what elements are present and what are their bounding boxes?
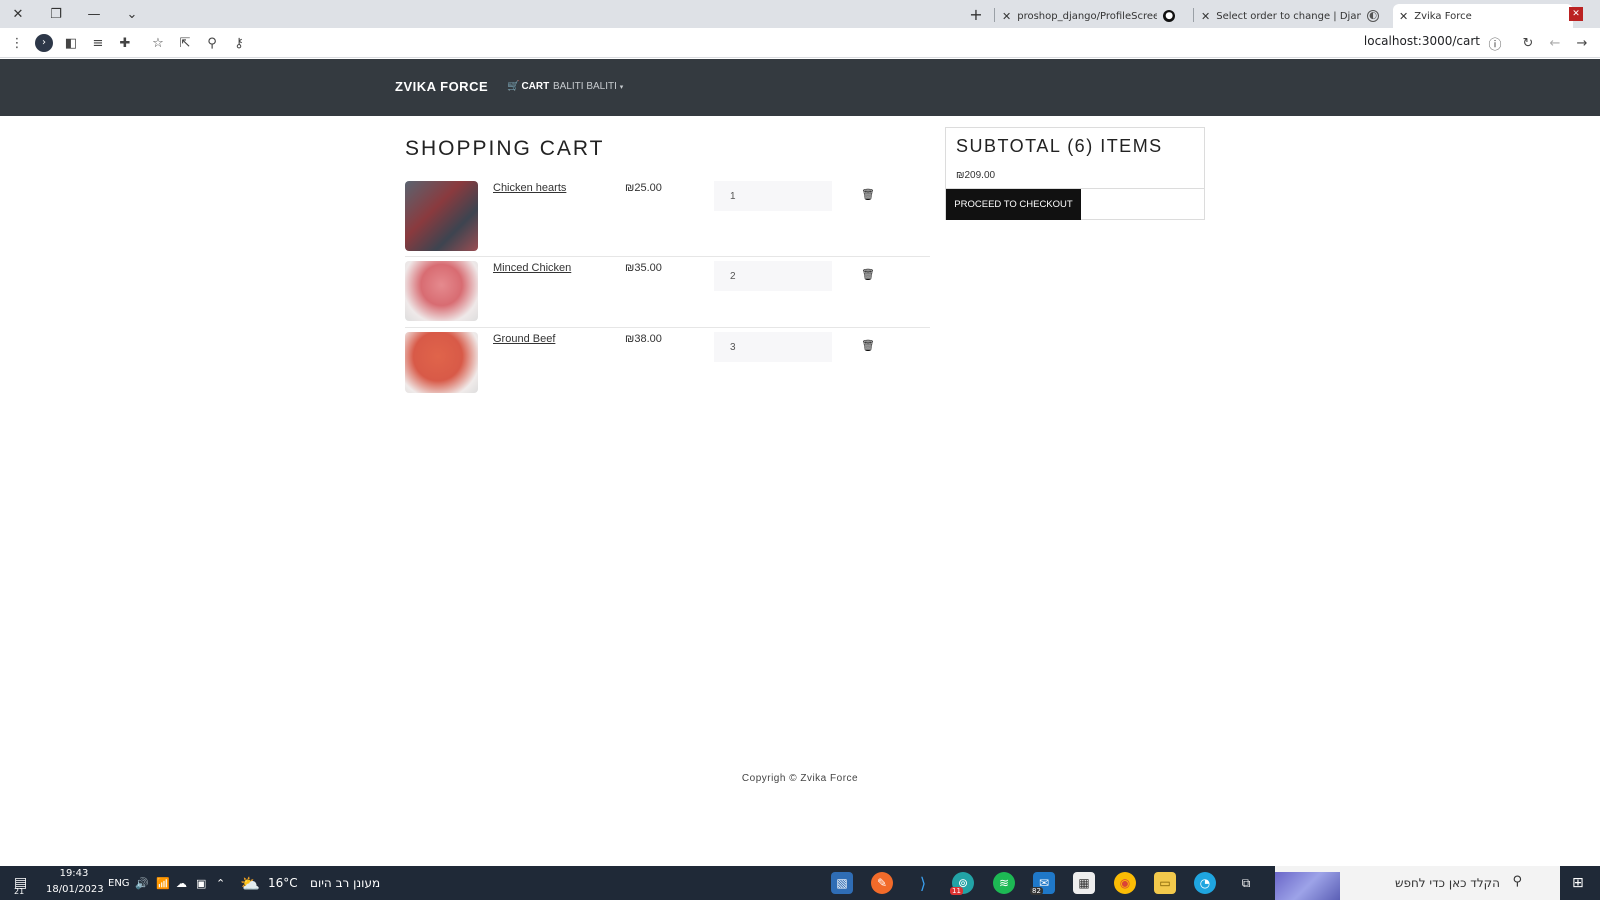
- product-price: ₪38.00: [625, 333, 662, 345]
- product-price: ₪25.00: [625, 182, 662, 194]
- extensions-puzzle-icon[interactable]: ✚: [115, 33, 135, 53]
- close-window-icon[interactable]: ✕: [8, 4, 28, 24]
- restore-window-icon[interactable]: ❐: [46, 4, 66, 24]
- close-tab-icon[interactable]: ✕: [1002, 10, 1011, 23]
- search-highlight-image: [1275, 872, 1340, 900]
- quantity-field[interactable]: [714, 261, 832, 291]
- product-image[interactable]: [405, 261, 478, 321]
- weather-cloud-icon[interactable]: ⛅: [240, 873, 260, 893]
- taskbar-search-box[interactable]: הקלד כאן כדי לחפש ⚲: [1275, 866, 1560, 900]
- user-dropdown-label: BALITI BALITI: [553, 81, 617, 92]
- brand-logo[interactable]: ZVIKA FORCE: [395, 79, 488, 94]
- trash-icon[interactable]: 🗑: [861, 339, 875, 352]
- volume-icon[interactable]: 🔊: [135, 873, 149, 893]
- tab-title: Zvika Force: [1414, 10, 1472, 22]
- product-image[interactable]: [405, 332, 478, 393]
- language-indicator[interactable]: ENG: [108, 873, 130, 893]
- nav-cart-label: CART: [521, 81, 550, 92]
- address-bar[interactable]: localhost:3000/cart: [1364, 34, 1480, 48]
- side-panel-icon[interactable]: ◧: [61, 33, 81, 53]
- file-explorer-icon[interactable]: ▭: [1154, 872, 1176, 894]
- zoom-search-icon[interactable]: ⚲: [202, 33, 222, 53]
- cart-item-row: Ground Beef ₪38.00 🗑: [405, 331, 930, 397]
- weather-temp[interactable]: 16°C: [268, 873, 298, 893]
- subtotal-title: SUBTOTAL (6) ITEMS: [956, 136, 1163, 156]
- menu-kebab-icon[interactable]: ⋮: [7, 33, 27, 53]
- key-icon[interactable]: ⚷: [229, 33, 249, 53]
- tab-zvika-force[interactable]: ✕ Zvika Force: [1393, 4, 1573, 28]
- search-icon: ⚲: [1512, 874, 1522, 889]
- product-name-link[interactable]: Chicken hearts: [493, 182, 566, 194]
- globe-icon: ◐: [1367, 10, 1379, 22]
- trash-icon[interactable]: 🗑: [861, 268, 875, 281]
- nav-cart-link[interactable]: 🛒 CART: [507, 81, 549, 92]
- github-icon: ●: [1163, 10, 1176, 22]
- clock-time[interactable]: 19:43: [48, 868, 100, 879]
- meet-icon[interactable]: ▣: [196, 873, 206, 893]
- share-icon[interactable]: ⇱: [175, 33, 195, 53]
- clock-date[interactable]: 18/01/2023: [46, 884, 104, 895]
- caret-down-icon: ▾: [619, 84, 624, 91]
- network-icon[interactable]: 📶: [156, 873, 170, 893]
- task-view-icon[interactable]: ⧉: [1235, 872, 1257, 894]
- edge-app-icon[interactable]: ◔: [1194, 872, 1216, 894]
- weather-text[interactable]: מעונן רב היום: [310, 873, 380, 893]
- trash-icon[interactable]: 🗑: [861, 188, 875, 201]
- close-tab-icon[interactable]: ✕: [1201, 10, 1210, 23]
- cart-item-row: Minced Chicken ₪35.00 🗑: [405, 260, 930, 328]
- reload-icon[interactable]: ↻: [1518, 33, 1538, 53]
- extension-circle-icon[interactable]: ›: [34, 33, 54, 53]
- subtotal-amount: ₪209.00: [956, 170, 996, 181]
- postman-app-icon[interactable]: ✎: [871, 872, 893, 894]
- new-tab-button[interactable]: +: [966, 4, 986, 24]
- onedrive-icon[interactable]: ☁: [176, 873, 187, 893]
- product-name-link[interactable]: Minced Chicken: [493, 262, 571, 274]
- cart-icon: 🛒: [507, 81, 520, 92]
- site-info-icon[interactable]: ⓘ: [1485, 33, 1505, 53]
- app-badge: 11: [950, 887, 963, 895]
- tab-django-admin[interactable]: ✕ Select order to change | Django ◐: [1195, 4, 1385, 28]
- subtotal-card: SUBTOTAL (6) ITEMS ₪209.00 PROCEED TO CH…: [945, 127, 1205, 220]
- quantity-field[interactable]: [714, 332, 832, 362]
- cart-item-row: Chicken hearts ₪25.00 🗑: [405, 180, 930, 257]
- page-title: SHOPPING CART: [405, 137, 605, 160]
- forward-arrow-icon[interactable]: →: [1572, 33, 1592, 53]
- product-name-link[interactable]: Ground Beef: [493, 333, 555, 345]
- profile-avatar-icon[interactable]: ✕: [1569, 7, 1583, 21]
- tab-profilescreen[interactable]: ✕ proshop_django/ProfileScreen.js ●: [996, 4, 1192, 28]
- vscode-app-icon[interactable]: ⟩: [912, 872, 934, 894]
- product-image[interactable]: [405, 181, 478, 251]
- close-tab-icon[interactable]: ✕: [1399, 10, 1408, 23]
- back-arrow-icon[interactable]: ←: [1545, 33, 1565, 53]
- browser-toolbar: ⋮ › ◧ ≡ ✚ ☆ ⇱ ⚲ ⚷ localhost:3000/cart ⓘ …: [0, 28, 1600, 58]
- product-price: ₪35.00: [625, 262, 662, 274]
- site-navbar: ZVIKA FORCE 🛒 CART BALITI BALITI ▾: [0, 59, 1600, 116]
- windows-start-icon[interactable]: ⊞: [1572, 873, 1584, 893]
- reading-list-icon[interactable]: ≡: [88, 33, 108, 53]
- search-placeholder: הקלד כאן כדי לחפש: [1394, 876, 1500, 890]
- windows-taskbar: ▤ 21 19:43 18/01/2023 ENG 🔊 📶 ☁ ▣ ⌃ ⛅ 16…: [0, 866, 1600, 900]
- spotify-app-icon[interactable]: ≋: [993, 872, 1015, 894]
- chevron-up-icon[interactable]: ⌃: [216, 873, 225, 893]
- tab-title: proshop_django/ProfileScreen.js: [1017, 10, 1158, 22]
- tab-strip: ✕ ❐ — ⌄ + ✕ proshop_django/ProfileScreen…: [0, 0, 1600, 28]
- photos-app-icon[interactable]: ▧: [831, 872, 853, 894]
- notification-count: 21: [14, 886, 25, 896]
- app-badge: 82: [1030, 887, 1043, 895]
- proceed-to-checkout-button[interactable]: PROCEED TO CHECKOUT: [946, 189, 1081, 220]
- quantity-field[interactable]: [714, 181, 832, 211]
- chrome-app-icon[interactable]: ◉: [1114, 872, 1136, 894]
- tab-title: Select order to change | Django: [1216, 10, 1362, 22]
- tab-search-chevron-icon[interactable]: ⌄: [122, 4, 142, 24]
- store-app-icon[interactable]: ▦: [1073, 872, 1095, 894]
- footer-copyright: Copyrigh © Zvika Force: [741, 773, 859, 784]
- minimize-window-icon[interactable]: —: [84, 4, 104, 24]
- bookmark-star-icon[interactable]: ☆: [148, 33, 168, 53]
- user-dropdown[interactable]: BALITI BALITI ▾: [553, 81, 623, 92]
